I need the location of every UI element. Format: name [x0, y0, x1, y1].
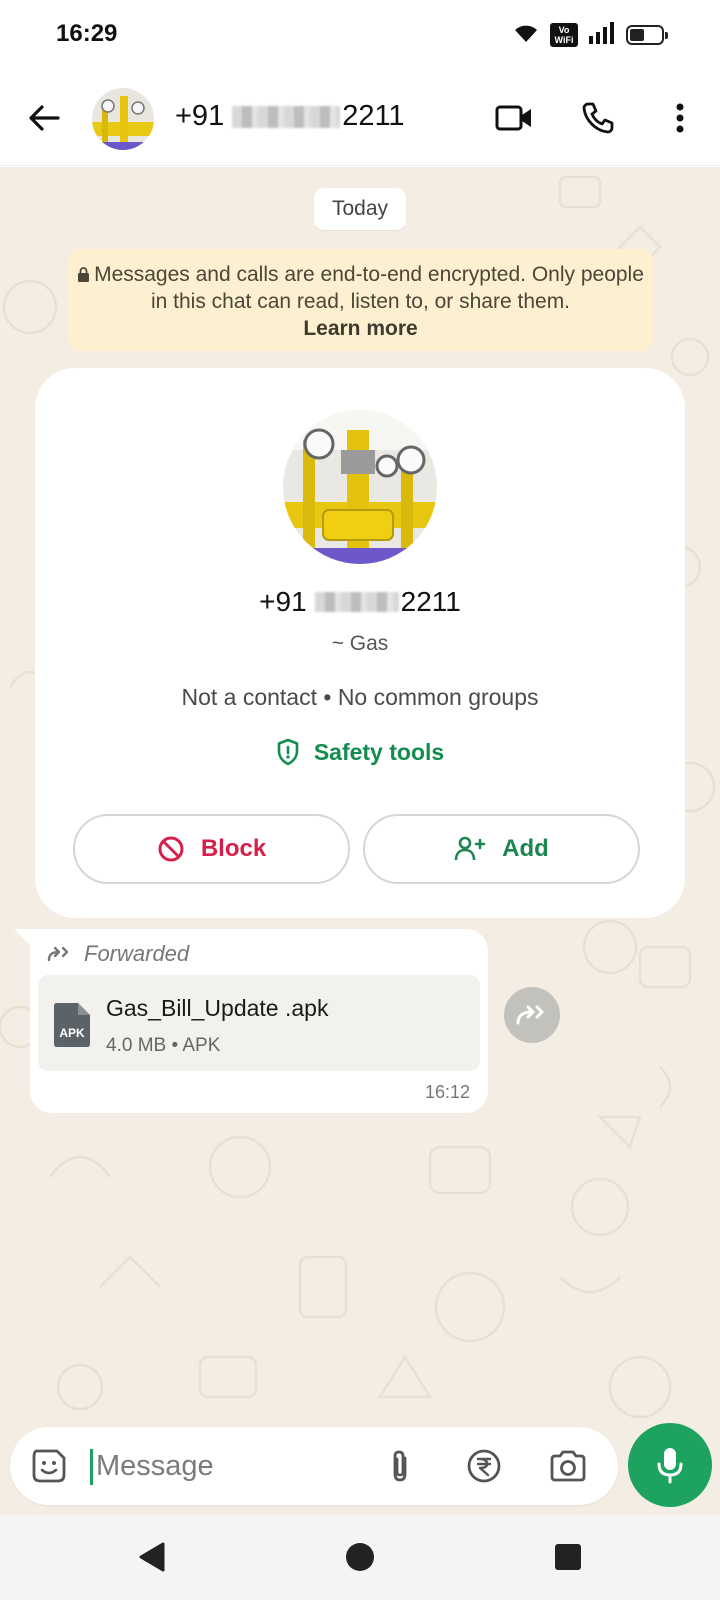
contact-number-prefix: +91: [175, 100, 225, 132]
apk-file-badge: APK: [59, 1026, 85, 1040]
signal-icon: [588, 21, 616, 49]
phone-prefix: +91: [259, 586, 307, 617]
battery-icon: [626, 25, 668, 45]
nav-home-button[interactable]: [338, 1535, 382, 1579]
more-vert-icon: [676, 103, 684, 133]
message-bubble[interactable]: Forwarded APK Gas_Bill_Update .apk 4.0 M…: [30, 929, 488, 1113]
video-call-icon: [495, 105, 531, 131]
add-person-icon: [454, 836, 486, 861]
phone-suffix: 2211: [400, 586, 461, 617]
voice-call-button[interactable]: [576, 96, 620, 140]
forwarded-icon: [47, 946, 69, 962]
nav-recents-button[interactable]: [546, 1535, 590, 1579]
wifi-icon: [512, 22, 540, 49]
message-time: 16:12: [424, 1082, 470, 1102]
nav-home-icon: [346, 1543, 374, 1571]
voice-message-button[interactable]: [628, 1423, 712, 1507]
redacted-number: [314, 592, 399, 612]
nav-recents-icon: [555, 1544, 581, 1570]
chat-header: +91 2211: [0, 70, 720, 166]
block-button[interactable]: Block: [73, 814, 350, 884]
contact-avatar[interactable]: [92, 88, 154, 150]
contact-info-card: +91 2211 ~ Gas Not a contact • No common…: [35, 368, 685, 918]
message-input[interactable]: [96, 1443, 376, 1489]
safety-tools-label: Safety tools: [313, 738, 445, 765]
sticker-icon: [32, 1449, 66, 1483]
status-bar: 16:29 Vo WiFi: [0, 0, 720, 70]
camera-button[interactable]: [547, 1445, 589, 1487]
contact-pushname: ~ Gas: [331, 632, 389, 655]
forward-icon: [516, 1005, 544, 1025]
chat-area[interactable]: Today Messages and calls are end-to-end …: [0, 167, 720, 1515]
file-meta: 4.0 MB • APK: [106, 1035, 221, 1056]
block-label: Block: [200, 835, 267, 862]
contact-number-suffix: 2211: [342, 100, 405, 132]
camera-icon: [550, 1450, 586, 1482]
file-attachment[interactable]: APK Gas_Bill_Update .apk 4.0 MB • APK: [38, 975, 480, 1071]
vowifi-icon: Vo WiFi: [550, 23, 578, 47]
safety-tools-link[interactable]: Safety tools: [35, 738, 685, 766]
back-arrow-icon: [29, 105, 60, 131]
message-composer: [10, 1427, 618, 1505]
forwarded-indicator: Forwarded: [46, 941, 189, 967]
nav-back-icon: [139, 1542, 165, 1572]
system-navigation-bar: [0, 1515, 720, 1600]
rupee-icon: [467, 1449, 501, 1483]
learn-more-link[interactable]: Learn more: [303, 317, 417, 340]
video-call-button[interactable]: [492, 96, 536, 140]
microphone-icon: [657, 1448, 683, 1484]
text-caret: [90, 1449, 93, 1485]
date-separator: Today: [314, 188, 406, 230]
nav-back-button[interactable]: [130, 1535, 174, 1579]
status-time: 16:29: [56, 20, 118, 47]
encryption-notice[interactable]: Messages and calls are end-to-end encryp…: [68, 249, 653, 351]
back-button[interactable]: [22, 96, 66, 140]
attach-button[interactable]: [379, 1445, 421, 1487]
paperclip-icon: [393, 1450, 407, 1482]
contact-profile-photo[interactable]: [283, 410, 437, 564]
sticker-button[interactable]: [28, 1445, 70, 1487]
voice-call-icon: [582, 102, 614, 134]
contact-name[interactable]: +91 2211: [175, 100, 405, 133]
block-icon: [158, 836, 184, 862]
add-label: Add: [502, 835, 549, 862]
contact-phone-number: +91 2211: [35, 586, 685, 618]
contact-relationship-info: Not a contact • No common groups: [181, 684, 539, 710]
apk-file-icon: APK: [54, 1003, 90, 1047]
status-icons: Vo WiFi: [512, 20, 668, 50]
encryption-text: Messages and calls are end-to-end encryp…: [94, 263, 644, 313]
file-name: Gas_Bill_Update .apk: [106, 995, 329, 1021]
shield-icon: [277, 738, 299, 766]
lock-icon: [78, 267, 90, 282]
more-options-button[interactable]: [660, 96, 700, 140]
redacted-number: [232, 105, 341, 128]
payment-button[interactable]: [463, 1445, 505, 1487]
add-contact-button[interactable]: Add: [363, 814, 640, 884]
forwarded-label: Forwarded: [84, 941, 190, 966]
forward-message-button[interactable]: [504, 987, 560, 1043]
